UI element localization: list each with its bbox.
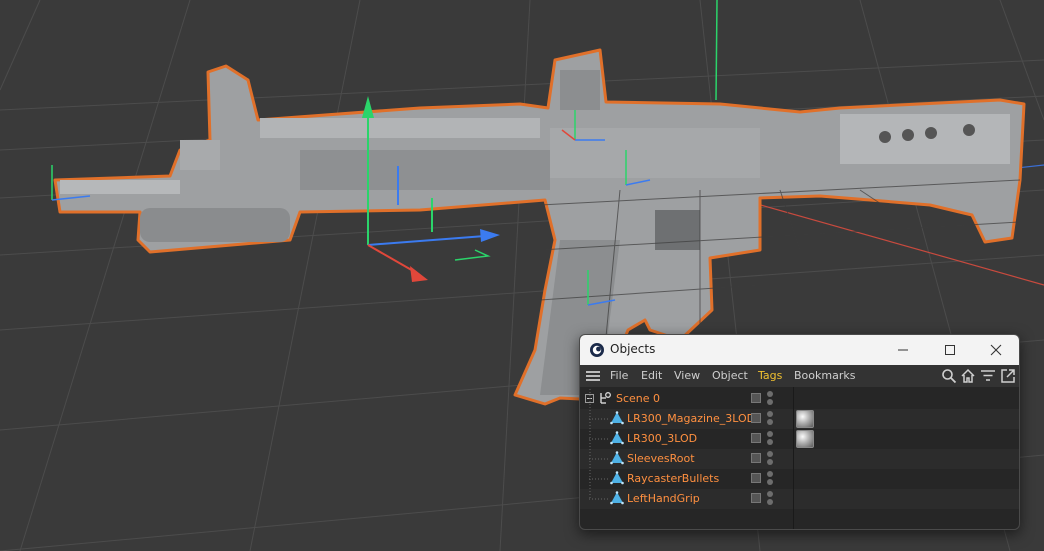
object-label: SleevesRoot bbox=[627, 452, 695, 465]
menu-view[interactable]: View bbox=[674, 369, 700, 382]
scene-icon bbox=[600, 392, 611, 404]
visibility-toggle[interactable] bbox=[751, 473, 761, 483]
new-window-icon[interactable] bbox=[1000, 368, 1016, 384]
filter-icon[interactable] bbox=[980, 368, 996, 384]
visibility-dots[interactable] bbox=[767, 471, 773, 487]
object-label: RaycasterBullets bbox=[627, 472, 720, 485]
menu-bookmarks[interactable]: Bookmarks bbox=[794, 369, 855, 382]
window-title: Objects bbox=[610, 342, 656, 356]
polygon-object-icon bbox=[610, 411, 624, 425]
minimize-icon bbox=[898, 349, 908, 351]
material-tag-icon[interactable] bbox=[796, 430, 814, 448]
visibility-dots[interactable] bbox=[767, 411, 773, 427]
polygon-object-icon bbox=[610, 471, 624, 485]
home-icon[interactable] bbox=[960, 368, 976, 384]
hamburger-icon[interactable] bbox=[585, 369, 601, 383]
objects-panel[interactable]: Objects File Edit View Object Tags Bookm… bbox=[579, 334, 1020, 530]
tree-connector bbox=[589, 498, 609, 500]
tree-connector bbox=[589, 478, 609, 480]
visibility-toggle[interactable] bbox=[751, 393, 761, 403]
visibility-toggle[interactable] bbox=[751, 453, 761, 463]
object-label: LR300_Magazine_3LOD bbox=[627, 412, 756, 425]
menu-bar: File Edit View Object Tags Bookmarks bbox=[580, 365, 1019, 387]
menu-edit[interactable]: Edit bbox=[641, 369, 662, 382]
visibility-toggle[interactable] bbox=[751, 413, 761, 423]
tree-row-object[interactable]: LeftHandGrip bbox=[580, 389, 1019, 509]
tree-row-object[interactable]: SleevesRoot bbox=[580, 449, 1019, 469]
tree-connector-vertical bbox=[589, 389, 591, 499]
close-button[interactable] bbox=[973, 335, 1019, 365]
object-label: LR300_3LOD bbox=[627, 432, 698, 445]
polygon-object-icon bbox=[610, 491, 624, 505]
visibility-dots[interactable] bbox=[767, 451, 773, 467]
object-tree[interactable]: Scene 0 LR300_Magazine_3LOD LR300_3LOD S… bbox=[580, 387, 1019, 529]
objects-window-titlebar[interactable]: Objects bbox=[580, 335, 1019, 365]
tree-row-scene[interactable]: Scene 0 bbox=[580, 389, 1019, 409]
menu-object[interactable]: Object bbox=[712, 369, 748, 382]
tree-row-object[interactable]: LR300_Magazine_3LOD bbox=[580, 409, 1019, 429]
cinema4d-icon bbox=[590, 343, 604, 357]
close-icon bbox=[990, 344, 1002, 356]
tree-row-object[interactable]: RaycasterBullets bbox=[580, 469, 1019, 489]
maximize-icon bbox=[945, 345, 955, 355]
object-label: LeftHandGrip bbox=[627, 492, 700, 505]
scene-label: Scene 0 bbox=[616, 392, 661, 405]
visibility-dots[interactable] bbox=[767, 391, 773, 407]
tags-column-divider[interactable] bbox=[793, 387, 794, 529]
search-icon[interactable] bbox=[941, 368, 957, 384]
material-tag-icon[interactable] bbox=[796, 410, 814, 428]
menu-tags[interactable]: Tags bbox=[758, 369, 782, 382]
polygon-object-icon bbox=[610, 431, 624, 445]
visibility-toggle[interactable] bbox=[751, 493, 761, 503]
menu-file[interactable]: File bbox=[610, 369, 628, 382]
tree-connector bbox=[589, 418, 609, 420]
visibility-dots[interactable] bbox=[767, 431, 773, 447]
tree-row-object[interactable]: LR300_3LOD bbox=[580, 429, 1019, 449]
maximize-button[interactable] bbox=[927, 335, 973, 365]
tree-connector bbox=[589, 438, 609, 440]
minimize-button[interactable] bbox=[880, 335, 926, 365]
tree-connector bbox=[589, 458, 609, 460]
polygon-object-icon bbox=[610, 451, 624, 465]
visibility-toggle[interactable] bbox=[751, 433, 761, 443]
visibility-dots[interactable] bbox=[767, 491, 773, 507]
